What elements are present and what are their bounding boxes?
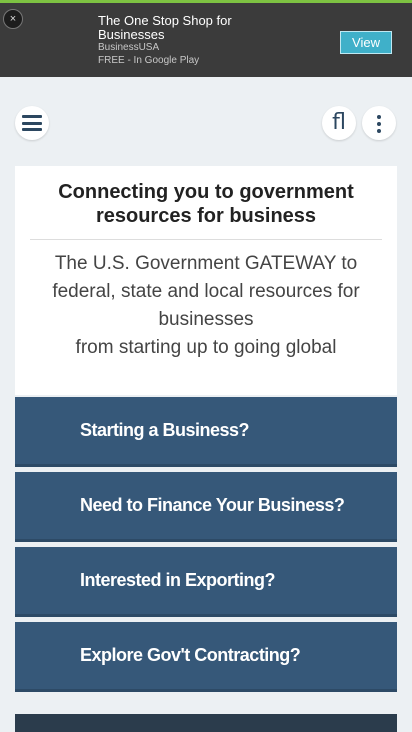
intro-card: Connecting you to government resources f…	[15, 166, 397, 395]
topic-label: Explore Gov't Contracting?	[80, 645, 301, 665]
banner-store-line: FREE - In Google Play	[98, 55, 200, 66]
hamburger-menu-icon	[22, 115, 42, 131]
view-app-button[interactable]: View	[340, 31, 392, 54]
intro-tagline: from starting up to going global	[75, 337, 337, 358]
topic-starting-business-button[interactable]: Starting a Business?	[15, 397, 397, 467]
topic-label: Need to Finance Your Business?	[80, 495, 345, 515]
app-install-banner: × The One Stop Shop for Businesses Busin…	[0, 0, 412, 77]
topic-gov-contracting-button[interactable]: Explore Gov't Contracting?	[15, 622, 397, 692]
topic-exporting-button[interactable]: Interested in Exporting?	[15, 547, 397, 617]
vertical-dots-icon	[377, 115, 382, 136]
topic-label: Starting a Business?	[80, 420, 250, 440]
fl-ligature-icon: ﬂ	[332, 110, 346, 135]
banner-title: The One Stop Shop for Businesses	[98, 13, 232, 42]
close-icon[interactable]: ×	[3, 9, 23, 29]
intro-description: The U.S. Government GATEWAY to federal, …	[52, 253, 360, 330]
menu-button[interactable]	[15, 106, 49, 140]
next-section-panel[interactable]	[15, 714, 397, 732]
banner-publisher: BusinessUSA	[98, 42, 160, 53]
page-heading: Connecting you to government resources f…	[58, 181, 354, 227]
topic-label: Interested in Exporting?	[80, 570, 276, 590]
divider	[30, 239, 382, 240]
topic-finance-business-button[interactable]: Need to Finance Your Business?	[15, 472, 397, 542]
brand-button[interactable]: ﬂ	[322, 106, 356, 140]
more-options-button[interactable]	[362, 106, 396, 140]
